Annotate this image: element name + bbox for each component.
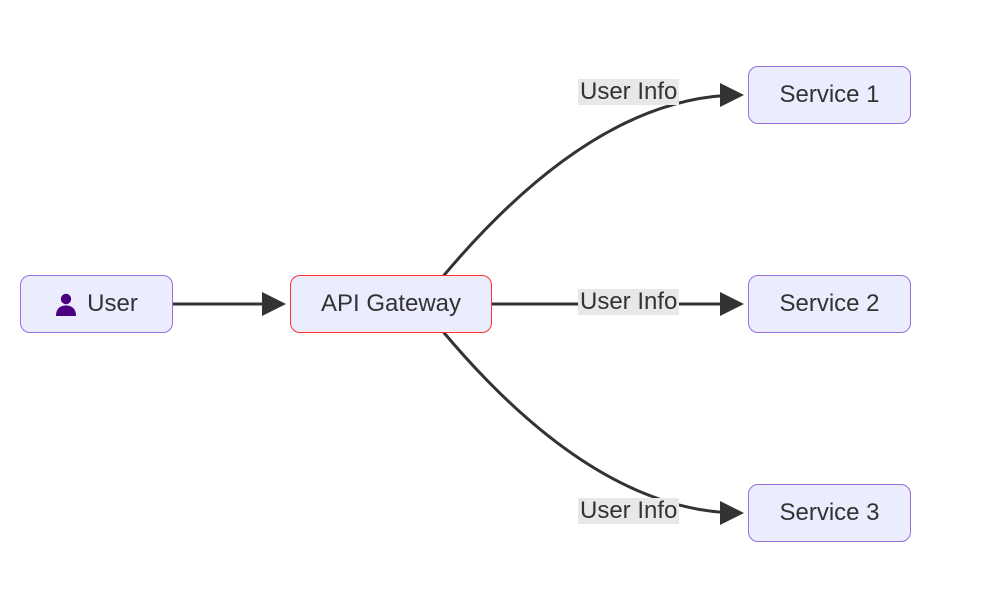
node-api-gateway-label: API Gateway: [321, 290, 461, 318]
node-user-label: User: [87, 290, 138, 318]
diagram-canvas: User Info User Info User Info User API G…: [0, 0, 988, 609]
node-service-2-label: Service 2: [779, 290, 879, 318]
node-user: User: [20, 275, 173, 333]
edge-gateway-to-service1: [440, 95, 740, 280]
node-service-1: Service 1: [748, 66, 911, 124]
node-service-2: Service 2: [748, 275, 911, 333]
edge-label-gateway-to-service1: User Info: [578, 79, 679, 105]
edge-label-gateway-to-service3: User Info: [578, 498, 679, 524]
node-service-3: Service 3: [748, 484, 911, 542]
node-service-3-label: Service 3: [779, 499, 879, 527]
edge-gateway-to-service3: [440, 328, 740, 513]
edge-label-gateway-to-service2: User Info: [578, 289, 679, 315]
node-service-1-label: Service 1: [779, 81, 879, 109]
user-icon: [55, 292, 77, 316]
node-api-gateway: API Gateway: [290, 275, 492, 333]
